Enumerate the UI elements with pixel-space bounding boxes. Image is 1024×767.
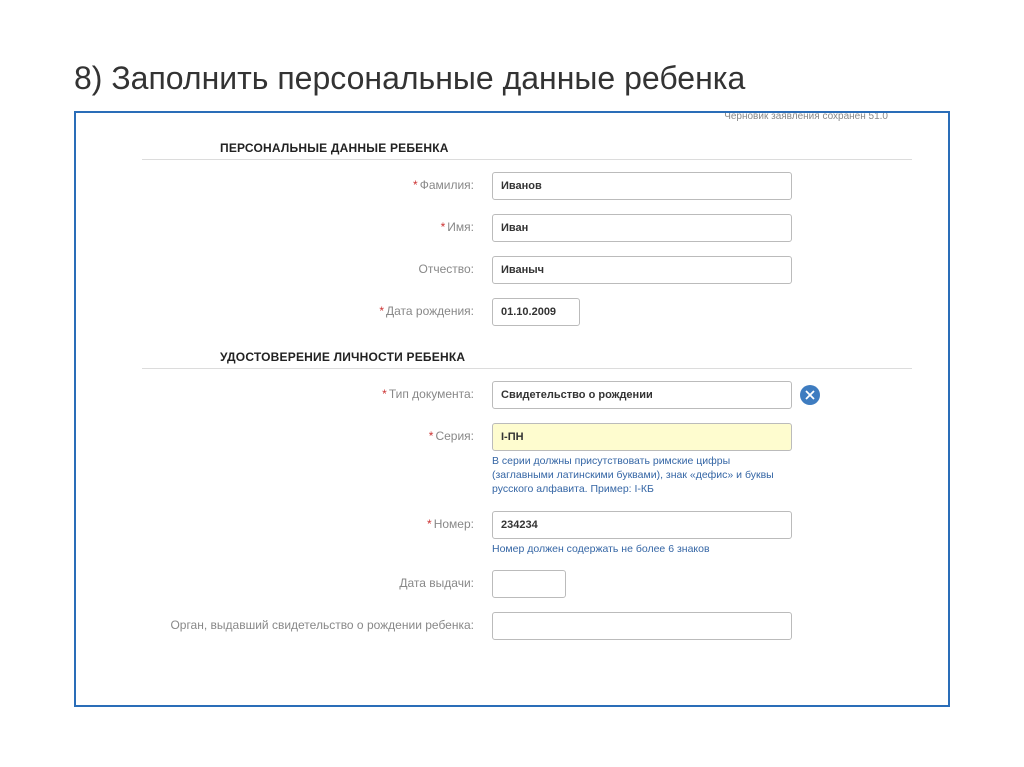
birthdate-input[interactable] (492, 298, 580, 326)
series-input[interactable] (492, 423, 792, 451)
required-mark: * (441, 220, 446, 234)
label-patronymic: Отчество: (112, 256, 492, 276)
label-text: Отчество: (419, 262, 475, 276)
input-cell (492, 381, 912, 409)
input-cell (492, 298, 912, 326)
issuer-input[interactable] (492, 612, 792, 640)
required-mark: * (427, 517, 432, 531)
label-doctype: *Тип документа: (112, 381, 492, 401)
input-cell (492, 256, 912, 284)
section-rule (142, 159, 912, 160)
row-patronymic: Отчество: (112, 256, 912, 284)
doctype-input[interactable] (492, 381, 792, 409)
label-text: Орган, выдавший свидетельство о рождении… (170, 618, 474, 632)
label-text: Фамилия: (420, 178, 474, 192)
row-surname: *Фамилия: (112, 172, 912, 200)
row-issuedate: Дата выдачи: (112, 570, 912, 598)
slide-title: 8) Заполнить персональные данные ребенка (0, 0, 1024, 111)
label-text: Номер: (434, 517, 474, 531)
section-heading-identity: УДОСТОВЕРЕНИЕ ЛИЧНОСТИ РЕБЕНКА (220, 350, 912, 364)
label-text: Имя: (447, 220, 474, 234)
input-cell: В серии должны присутствовать римские ци… (492, 423, 912, 497)
label-birthdate: *Дата рождения: (112, 298, 492, 318)
row-birthdate: *Дата рождения: (112, 298, 912, 326)
required-mark: * (379, 304, 384, 318)
issuedate-input[interactable] (492, 570, 566, 598)
section-heading-personal: ПЕРСОНАЛЬНЫЕ ДАННЫЕ РЕБЕНКА (220, 141, 912, 155)
label-issuer: Орган, выдавший свидетельство о рождении… (112, 612, 492, 632)
clear-doctype-button[interactable] (800, 385, 820, 405)
name-input[interactable] (492, 214, 792, 242)
number-input[interactable] (492, 511, 792, 539)
input-cell: Номер должен содержать не более 6 знаков (492, 511, 912, 556)
surname-input[interactable] (492, 172, 792, 200)
label-series: *Серия: (112, 423, 492, 443)
required-mark: * (413, 178, 418, 192)
label-issuedate: Дата выдачи: (112, 570, 492, 590)
series-hint: В серии должны присутствовать римские ци… (492, 454, 792, 497)
row-doctype: *Тип документа: (112, 381, 912, 409)
input-cell (492, 172, 912, 200)
close-icon (805, 390, 815, 400)
row-number: *Номер: Номер должен содержать не более … (112, 511, 912, 556)
required-mark: * (429, 429, 434, 443)
input-cell (492, 570, 912, 598)
draft-saved-note: Черновик заявления сохранен 51.0 (724, 111, 888, 122)
label-text: Тип документа: (389, 387, 474, 401)
form-content: ПЕРСОНАЛЬНЫЕ ДАННЫЕ РЕБЕНКА *Фамилия: *И… (76, 113, 948, 640)
label-number: *Номер: (112, 511, 492, 531)
label-name: *Имя: (112, 214, 492, 234)
row-issuer: Орган, выдавший свидетельство о рождении… (112, 612, 912, 640)
patronymic-input[interactable] (492, 256, 792, 284)
section-rule (142, 368, 912, 369)
number-hint: Номер должен содержать не более 6 знаков (492, 542, 792, 556)
row-series: *Серия: В серии должны присутствовать ри… (112, 423, 912, 497)
label-text: Серия: (435, 429, 474, 443)
row-name: *Имя: (112, 214, 912, 242)
required-mark: * (382, 387, 387, 401)
input-cell (492, 214, 912, 242)
form-frame: Черновик заявления сохранен 51.0 ПЕРСОНА… (74, 111, 950, 707)
input-cell (492, 612, 912, 640)
label-surname: *Фамилия: (112, 172, 492, 192)
label-text: Дата выдачи: (399, 576, 474, 590)
label-text: Дата рождения: (386, 304, 474, 318)
